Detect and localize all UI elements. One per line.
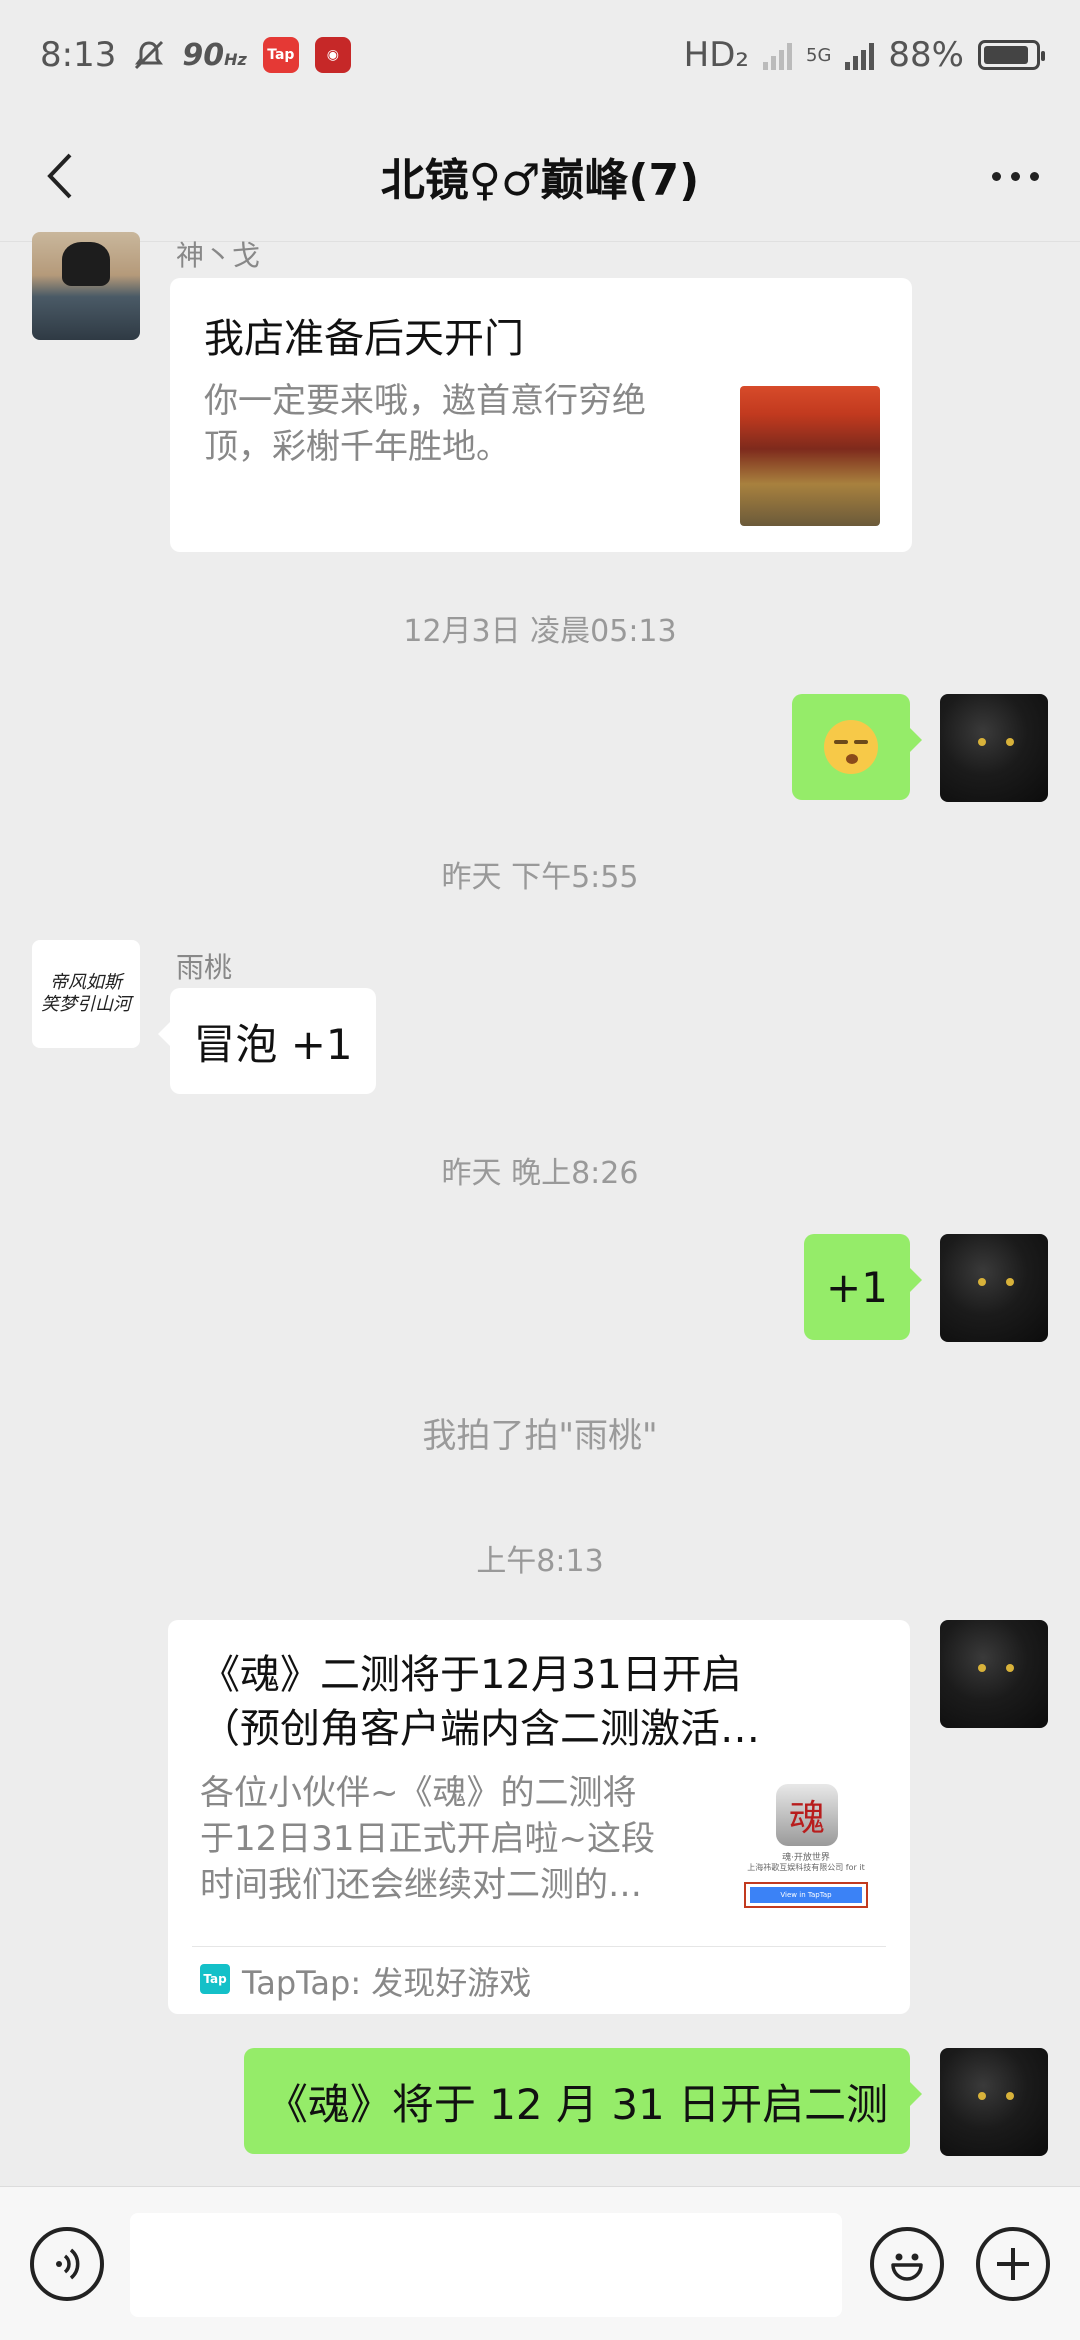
card-desc-line: 时间我们还会继续对二测的… <box>200 1865 642 1905</box>
taptap-icon: Tap <box>200 1964 230 1994</box>
signal-icon <box>845 40 875 70</box>
message-input[interactable] <box>130 2213 842 2317</box>
dot <box>1029 171 1039 181</box>
dot <box>1010 171 1020 181</box>
store-photo-thumbnail <box>740 386 880 526</box>
sender-name: 雨桃 <box>176 951 233 984</box>
timestamp: 12月3日 凌晨05:13 <box>403 614 677 649</box>
card-title-line: 《魂》二测将于12月31日开启 <box>200 1652 742 1698</box>
my-avatar[interactable] <box>940 1234 1048 1342</box>
avatar-calligraphy: 笑梦引山河 <box>41 994 131 1015</box>
my-emoji-bubble[interactable] <box>792 694 922 800</box>
back-button[interactable] <box>30 146 90 206</box>
timestamp: 昨天 下午5:55 <box>441 860 639 895</box>
game-logo-icon: 魂 <box>776 1784 838 1846</box>
message-bubble[interactable]: 冒泡 +1 <box>158 988 376 1094</box>
card-desc-line: 顶，彩榭千年胜地。 <box>204 427 510 467</box>
status-bar: 8:13 90Hz Tap ◉ HD₂ 5G 88% <box>0 0 1080 110</box>
plus-icon <box>997 2248 1029 2280</box>
voice-icon <box>56 2248 80 2280</box>
chevron-left-icon <box>47 153 72 199</box>
refresh-rate: 90Hz <box>182 37 247 73</box>
hd-indicator: HD₂ <box>683 35 750 75</box>
avatar-calligraphy: 帝风如斯 <box>50 972 122 993</box>
chat-title: 北镜♀♂巅峰(7) <box>380 154 700 206</box>
voice-input-button[interactable] <box>30 2227 104 2301</box>
thumb-company: 上海祎歌互娱科技有限公司 for it <box>747 1863 865 1872</box>
smiley-icon <box>891 2253 923 2281</box>
chat-header: 北镜♀♂巅峰(7) <box>0 110 1080 242</box>
pat-system-message: 我拍了拍"雨桃" <box>422 1416 658 1456</box>
thumb-button: View in TapTap <box>750 1887 862 1903</box>
card-desc-line: 于12日31日正式开启啦~这段 <box>200 1819 656 1859</box>
link-card-store[interactable]: 我店准备后天开门 你一定要来哦，遨首意行穷绝 顶，彩榭千年胜地。 <box>170 278 912 552</box>
dot <box>991 171 1001 181</box>
avatar-yutao[interactable]: 帝风如斯 笑梦引山河 <box>32 940 140 1048</box>
face-emoji-icon <box>824 720 878 774</box>
avatar-shenge[interactable] <box>32 232 140 340</box>
more-functions-button[interactable] <box>976 2227 1050 2301</box>
taptap-notification-icon: Tap <box>262 37 299 73</box>
sender-name: 神丶戈 <box>176 239 261 272</box>
timestamp: 昨天 晚上8:26 <box>441 1156 639 1191</box>
card-title-line: （预创角客户端内含二测激活… <box>200 1706 760 1752</box>
input-bar <box>0 2186 1080 2340</box>
card-desc-line: 你一定要来哦，遨首意行穷绝 <box>204 381 646 421</box>
my-avatar[interactable] <box>940 1620 1048 1728</box>
my-message-bubble[interactable]: +1 <box>804 1234 922 1340</box>
signal-weak-icon <box>763 40 793 70</box>
game-page-thumbnail: 魂 魂·开放世界 上海祎歌互娱科技有限公司 for it View in Tap… <box>736 1780 876 1920</box>
network-5g-label: 5G <box>806 44 832 66</box>
my-message-bubble[interactable]: 《魂》将于 12 月 31 日开启二测 <box>244 2048 922 2154</box>
battery-icon <box>978 40 1045 70</box>
card-title: 我店准备后天开门 <box>204 316 524 362</box>
my-avatar[interactable] <box>940 694 1048 802</box>
game-notification-icon: ◉ <box>314 37 351 73</box>
battery-percent: 88% <box>888 35 964 75</box>
more-options-button[interactable] <box>980 156 1050 196</box>
mute-icon <box>135 40 164 70</box>
clock: 8:13 <box>40 35 117 75</box>
my-avatar[interactable] <box>940 2048 1048 2156</box>
timestamp: 上午8:13 <box>476 1544 604 1579</box>
link-card-taptap[interactable]: 《魂》二测将于12月31日开启 （预创角客户端内含二测激活… 各位小伙伴~《魂》… <box>168 1620 910 2014</box>
thumb-button-frame: View in TapTap <box>744 1882 868 1908</box>
emoji-button[interactable] <box>870 2227 944 2301</box>
card-desc-line: 各位小伙伴~《魂》的二测将 <box>200 1773 637 1813</box>
divider <box>192 1946 886 1947</box>
card-source: TapTap: 发现好游戏 <box>242 1964 532 2002</box>
